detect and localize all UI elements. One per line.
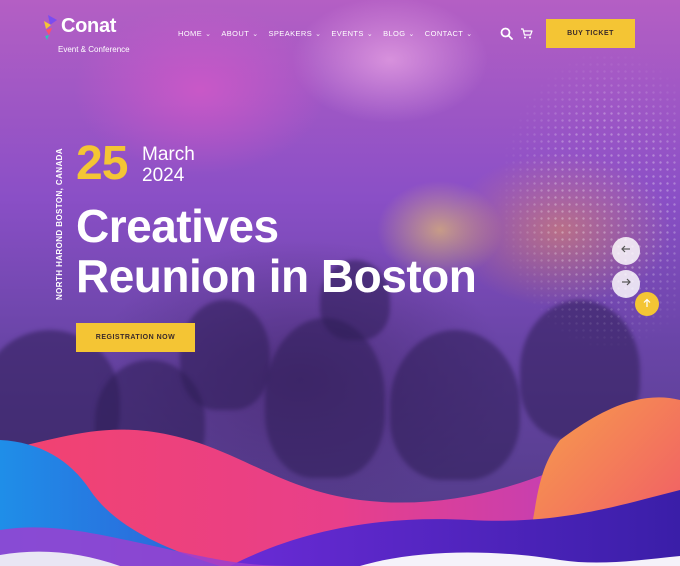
nav-item-speakers[interactable]: SPEAKERS ⌄ (268, 29, 321, 38)
registration-button[interactable]: REGISTRATION NOW (76, 323, 195, 352)
logo[interactable]: Conat Event & Conference (44, 15, 130, 54)
logo-name: Conat (61, 15, 117, 37)
search-icon[interactable] (500, 27, 514, 41)
buy-ticket-button[interactable]: BUY TICKET (546, 19, 635, 48)
logo-mark-icon (44, 15, 60, 41)
nav-item-home[interactable]: HOME ⌄ (178, 29, 211, 38)
nav-item-about[interactable]: ABOUT ⌄ (221, 29, 258, 38)
nav-item-blog[interactable]: BLOG ⌄ (383, 29, 415, 38)
nav-item-events[interactable]: EVENTS ⌄ (331, 29, 373, 38)
nav-label: SPEAKERS (268, 29, 313, 38)
chevron-down-icon: ⌄ (205, 30, 212, 38)
arrow-up-icon (642, 295, 652, 313)
event-month: March (142, 144, 195, 165)
hero-title-line2: Reunion in Boston (76, 250, 477, 302)
scroll-top-button[interactable] (635, 292, 659, 316)
slider-next-button[interactable] (612, 270, 640, 298)
logo-tagline: Event & Conference (58, 45, 130, 54)
chevron-down-icon: ⌄ (466, 30, 473, 38)
arrow-right-icon (620, 275, 632, 293)
arrow-left-icon (620, 242, 632, 260)
chevron-down-icon: ⌄ (408, 30, 415, 38)
hero-banner: Conat Event & Conference HOME ⌄ ABOUT ⌄ SP… (0, 0, 680, 566)
slider-prev-button[interactable] (612, 237, 640, 265)
nav-label: BLOG (383, 29, 406, 38)
decorative-waves (0, 397, 680, 566)
chevron-down-icon: ⌄ (366, 30, 374, 38)
cart-icon[interactable] (520, 27, 534, 41)
nav-label: EVENTS (331, 29, 364, 38)
nav-label: CONTACT (424, 29, 464, 38)
nav-label: ABOUT (221, 29, 250, 38)
event-location: NORTH HAROND BOSTON, CANADA (55, 148, 64, 300)
halftone-pattern (440, 40, 680, 420)
nav-item-contact[interactable]: CONTACT ⌄ (425, 29, 473, 38)
chevron-down-icon: ⌄ (252, 30, 259, 38)
nav-label: HOME (178, 29, 203, 38)
main-nav: HOME ⌄ ABOUT ⌄ SPEAKERS ⌄ EVENTS ⌄ BLOG ⌄ CON… (178, 29, 473, 38)
event-day: 25 (76, 137, 128, 190)
hero-title-line1: Creatives (76, 200, 279, 252)
event-year: 2024 (142, 165, 185, 186)
chevron-down-icon: ⌄ (315, 30, 322, 38)
